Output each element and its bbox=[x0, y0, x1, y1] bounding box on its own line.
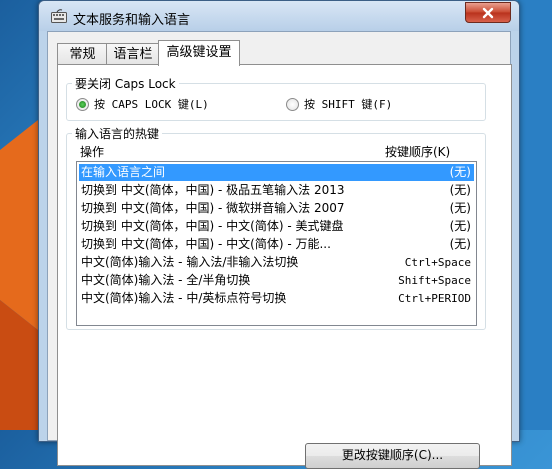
list-item[interactable]: 中文(简体)输入法 - 全/半角切换 Shift+Space bbox=[79, 272, 474, 289]
list-item[interactable]: 中文(简体)输入法 - 输入法/非输入法切换 Ctrl+Space bbox=[79, 254, 474, 271]
shift-option-label: 按 SHIFT 键(F) bbox=[304, 98, 393, 111]
shift-radio-option[interactable]: 按 SHIFT 键(F) bbox=[286, 96, 392, 112]
hotkey-list[interactable]: 在输入语言之间 (无) 切换到 中文(简体，中国) - 极品五笔输入法 2013… bbox=[76, 161, 477, 326]
dialog-window: 文本服务和输入语言 常规 语言栏 高级键设置 要关闭 Caps Lock 按 C… bbox=[38, 0, 520, 469]
list-item[interactable]: 在输入语言之间 (无) bbox=[79, 164, 474, 181]
column-header-action: 操作 bbox=[80, 145, 105, 159]
tab-language-bar[interactable]: 语言栏 bbox=[106, 43, 160, 65]
list-item[interactable]: 切换到 中文(简体，中国) - 中文(简体) - 万能... (无) bbox=[79, 236, 474, 253]
list-item[interactable]: 中文(简体)输入法 - 中/英标点符号切换 Ctrl+PERIOD bbox=[79, 290, 474, 307]
list-item[interactable]: 切换到 中文(简体，中国) - 中文(简体) - 美式键盘 (无) bbox=[79, 218, 474, 235]
change-key-sequence-button[interactable]: 更改按键顺序(C)... bbox=[305, 443, 480, 469]
list-item[interactable]: 切换到 中文(简体，中国) - 极品五笔输入法 2013 (无) bbox=[79, 182, 474, 199]
caps-lock-option-label: 按 CAPS LOCK 键(L) bbox=[94, 98, 209, 111]
hotkeys-group-title: 输入语言的热键 bbox=[72, 125, 163, 142]
close-button[interactable] bbox=[465, 2, 511, 23]
list-item[interactable]: 切换到 中文(简体，中国) - 微软拼音输入法 2007 (无) bbox=[79, 200, 474, 217]
title-bar[interactable]: 文本服务和输入语言 bbox=[39, 1, 519, 31]
tab-panel: 要关闭 Caps Lock 按 CAPS LOCK 键(L) 按 SHIFT 键… bbox=[57, 64, 512, 469]
radio-unchecked-icon[interactable] bbox=[286, 97, 299, 111]
column-header-key-sequence: 按键顺序(K) bbox=[385, 145, 451, 159]
radio-checked-icon[interactable] bbox=[76, 97, 89, 111]
window-title: 文本服务和输入语言 bbox=[73, 13, 191, 28]
tab-general[interactable]: 常规 bbox=[57, 43, 108, 65]
dialog-client-area: 常规 语言栏 高级键设置 要关闭 Caps Lock 按 CAPS LOCK 键… bbox=[47, 31, 512, 469]
caps-lock-radio-option[interactable]: 按 CAPS LOCK 键(L) bbox=[76, 96, 209, 112]
tab-advanced-key-settings[interactable]: 高级键设置 bbox=[158, 40, 240, 66]
close-icon bbox=[482, 7, 494, 18]
keyboard-icon bbox=[51, 9, 67, 23]
caps-lock-group-title: 要关闭 Caps Lock bbox=[72, 75, 179, 92]
